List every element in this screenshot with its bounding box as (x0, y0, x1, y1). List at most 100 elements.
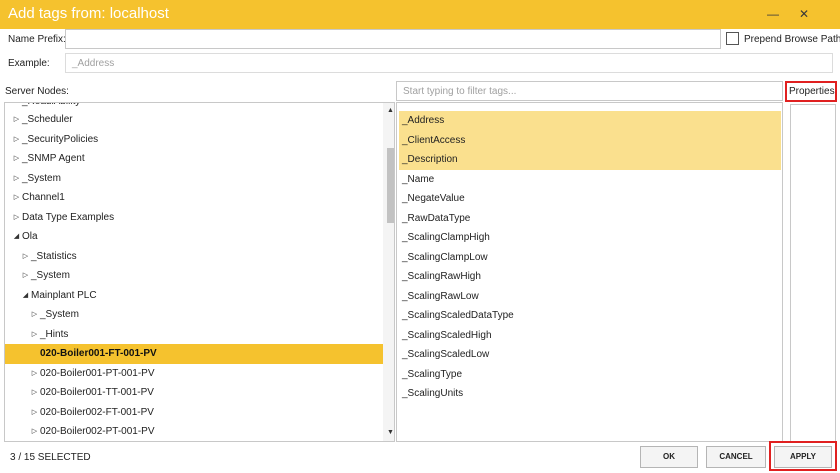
tag-item-selected[interactable]: _ClientAccess (399, 130, 781, 150)
minimize-icon[interactable]: — (761, 4, 785, 24)
name-prefix-label: Name Prefix: (8, 34, 66, 45)
close-icon[interactable]: ✕ (792, 4, 816, 24)
tag-label: _NegateValue (402, 193, 465, 204)
tree-node-label: 020-Boiler002-PT-001-PV (40, 426, 155, 437)
tree-node[interactable]: ▷ 020-Boiler002-PT-001-PV (5, 422, 383, 441)
tag-label: _Name (402, 173, 435, 185)
window-title: Add tags from: localhost (8, 5, 169, 22)
tree-node[interactable]: ▷ Channel1 (5, 188, 383, 208)
tag-item[interactable]: _ScalingClampLow (399, 248, 781, 268)
tree-node[interactable]: ▷ _System (5, 169, 383, 189)
tag-item[interactable]: _ScalingScaledDataType (399, 306, 781, 326)
tree-node[interactable]: ▷ _Statistics (5, 247, 383, 267)
tree-node-label: Channel1 (22, 192, 65, 203)
ok-button[interactable]: OK (640, 446, 698, 468)
expand-arrow-down-icon[interactable]: ◢ (22, 291, 29, 300)
tag-item[interactable]: _ScalingRawHigh (399, 267, 781, 287)
tag-item[interactable]: _NegateValue (399, 189, 781, 209)
tag-item[interactable]: _ScalingScaledLow (399, 345, 781, 365)
example-value: _Address (72, 58, 115, 69)
tag-item[interactable]: _ScalingRawLow (399, 287, 781, 307)
cancel-button[interactable]: CANCEL (706, 446, 766, 468)
tree-node[interactable]: ▷ _SNMP Agent (5, 149, 383, 169)
tree-node-label: _Hints (40, 328, 69, 340)
tree-node[interactable]: ◢ Mainplant PLC (5, 286, 383, 306)
tree-node-label: _Statistics (31, 250, 77, 262)
prepend-browse-path-checkbox[interactable] (726, 32, 739, 45)
tag-item[interactable]: _ScalingClampHigh (399, 228, 781, 248)
expand-arrow-right-icon[interactable]: ▷ (22, 252, 29, 261)
tree-node-label: Ola (22, 231, 38, 242)
tree-node[interactable]: ▷ _Hints (5, 325, 383, 345)
tree-scrollbar[interactable]: ▲ ▼ (383, 103, 394, 441)
expand-arrow-right-icon[interactable]: ▷ (31, 388, 38, 397)
tag-label: _ScalingScaledDataType (402, 310, 514, 321)
expand-arrow-right-icon[interactable]: ▷ (31, 369, 38, 378)
expand-arrow-down-icon[interactable]: ◢ (13, 232, 20, 241)
selection-status: 3 / 15 SELECTED (10, 452, 91, 463)
example-field: _Address (65, 53, 833, 73)
tree-node-selected[interactable]: 020-Boiler001-FT-001-PV (5, 344, 383, 364)
expand-arrow-right-icon[interactable]: ▷ (31, 330, 38, 339)
tree-node[interactable]: ▷ 020-Boiler002-FT-001-PV (5, 403, 383, 423)
tag-label: _ScalingRawLow (402, 290, 479, 302)
filter-placeholder: Start typing to filter tags... (403, 86, 517, 97)
expand-arrow-right-icon[interactable]: ▷ (13, 115, 20, 124)
tag-label: _Description (402, 154, 458, 165)
tag-label: _ScalingScaledLow (402, 349, 490, 360)
expand-arrow-right-icon[interactable]: ▷ (31, 427, 38, 436)
tree-node-label: 020-Boiler001-FT-001-PV (40, 348, 157, 359)
name-prefix-input[interactable] (65, 29, 721, 49)
tree-node-label: _System (31, 270, 70, 281)
expand-arrow-right-icon[interactable]: ▷ (13, 135, 20, 144)
tree-node[interactable]: ▷ _System (5, 266, 383, 286)
server-nodes-label: Server Nodes: (5, 86, 69, 97)
tag-label: _RawDataType (402, 212, 471, 224)
expand-arrow-right-icon[interactable]: ▷ (13, 193, 20, 202)
tree-node[interactable]: ▷ Data Type Examples (5, 208, 383, 228)
prepend-browse-path-label: Prepend Browse Path (744, 34, 840, 45)
expand-arrow-right-icon[interactable]: ▷ (31, 310, 38, 319)
tree-node-label: _SNMP Agent (22, 153, 85, 164)
tree-node-label: Mainplant PLC (31, 289, 97, 301)
tree-node[interactable]: ▷ 020-Boiler001-TT-001-PV (5, 383, 383, 403)
tree-node-label: 020-Boiler001-PT-001-PV (40, 367, 155, 379)
tag-label: _ClientAccess (402, 134, 466, 146)
tag-label: _ScalingRawHigh (402, 271, 481, 282)
tree-node-label: 020-Boiler002-FT-001-PV (40, 406, 154, 418)
tree-node[interactable]: ▷ _SecurityPolicies (5, 130, 383, 150)
example-label: Example: (8, 58, 50, 69)
tag-item-selected[interactable]: _Address (399, 111, 781, 131)
tree-node[interactable]: ◢ Ola (5, 227, 383, 247)
scroll-down-icon[interactable]: ▼ (383, 426, 394, 440)
scroll-thumb[interactable] (387, 148, 394, 223)
expand-arrow-right-icon[interactable]: ▷ (22, 271, 29, 280)
expand-arrow-right-icon[interactable]: ▷ (31, 408, 38, 417)
tag-item[interactable]: _ScalingUnits (399, 384, 781, 404)
expand-arrow-right-icon[interactable]: ▷ (13, 154, 20, 163)
server-nodes-tree[interactable]: _ReadiAbility▷_Scheduler▷_SecurityPolici… (4, 102, 395, 442)
title-bar: Add tags from: localhost — ✕ (0, 0, 840, 29)
tag-item[interactable]: _RawDataType (399, 209, 781, 229)
tag-label: _ScalingScaledHigh (402, 329, 492, 341)
properties-callout (785, 81, 837, 102)
tag-label: _Address (402, 115, 445, 126)
properties-panel (790, 104, 836, 442)
expand-arrow-right-icon[interactable]: ▷ (13, 174, 20, 183)
tree-node[interactable]: ▷ 020-Boiler001-PT-001-PV (5, 364, 383, 384)
tag-item[interactable]: _ScalingType (399, 365, 781, 385)
scroll-up-icon[interactable]: ▲ (383, 104, 394, 118)
tag-label: _ScalingUnits (402, 388, 464, 399)
tree-node-label: Data Type Examples (22, 211, 115, 223)
filter-tags-input[interactable]: Start typing to filter tags... (396, 81, 783, 101)
apply-callout (769, 441, 837, 471)
tag-label: _ScalingType (402, 368, 463, 380)
tags-list[interactable]: _Address _ClientAccess _Description _Name _N… (396, 102, 783, 442)
tree-node[interactable]: ▷ _System (5, 305, 383, 325)
tree-node[interactable]: ▷ _Scheduler (5, 110, 383, 130)
tree-node-label: _System (40, 309, 79, 320)
expand-arrow-right-icon[interactable]: ▷ (13, 213, 20, 222)
tag-item-selected[interactable]: _Description (399, 150, 781, 170)
tag-item[interactable]: _Name (399, 170, 781, 190)
tag-item[interactable]: _ScalingScaledHigh (399, 326, 781, 346)
